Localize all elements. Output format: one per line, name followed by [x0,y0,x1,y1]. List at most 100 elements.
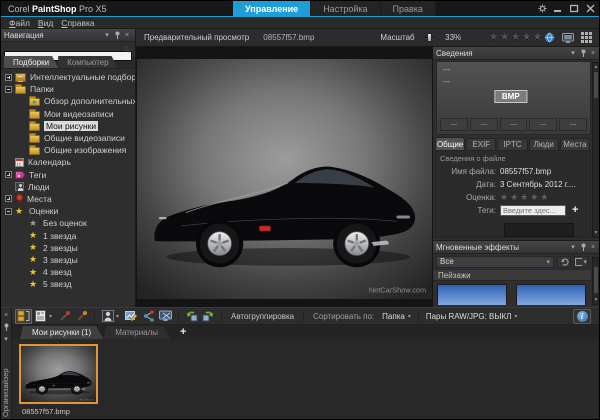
expander-icon[interactable] [5,86,12,93]
tab-my-pictures[interactable]: Мои рисунки (1) [20,326,103,339]
tree-item-my-pictures[interactable]: Мои рисунки [1,120,135,132]
tab-edit[interactable]: Правка [381,1,436,16]
selected-thumbnail[interactable] [19,344,98,404]
tree-item-places[interactable]: Места [1,193,135,205]
tree-item-tags[interactable]: Теги [1,169,135,181]
slideshow-button[interactable] [157,309,174,324]
tree-item-public-videos[interactable]: Общие видеозаписи [1,132,135,144]
menu-help[interactable]: Справка [61,18,94,28]
scroll-down-icon[interactable]: ▼ [593,296,599,304]
add-tab-button[interactable]: + [180,326,186,339]
add-tag-button[interactable]: + [572,205,578,216]
effects-category-header[interactable]: Пейзажи [433,269,591,281]
effect-thumbnail[interactable] [516,284,586,305]
undo-effect-icon[interactable] [557,256,571,268]
close-icon[interactable]: × [588,242,598,252]
close-icon[interactable] [585,4,595,14]
info-scrollbar[interactable]: ▲ ▼ [592,62,600,238]
expander-icon[interactable] [5,171,12,178]
pin-icon[interactable] [578,48,588,58]
monitor-icon[interactable] [562,33,574,43]
edit-image-button[interactable] [123,309,140,324]
share-button[interactable] [140,309,157,324]
tree-item-browse-folders[interactable]: Обзор дополнительных папо [1,95,135,107]
effects-filter-dropdown[interactable]: Все▾ [436,256,554,268]
quick-tag-orange-icon[interactable] [73,309,90,324]
rating-stars[interactable]: ★★★★★ [500,192,550,203]
tab-adjust[interactable]: Настройка [311,1,380,16]
expander-icon[interactable] [5,208,12,215]
effect-thumbnail[interactable] [437,284,507,305]
tree-item-5-stars[interactable]: 5 звезд [1,278,135,290]
tree-item-my-videos[interactable]: Мои видеозаписи [1,108,135,120]
tags-input[interactable] [500,205,566,216]
scrollbar-thumb[interactable] [594,267,598,293]
list-view-button[interactable] [32,309,49,324]
pin-icon[interactable] [578,242,588,252]
pin-icon[interactable] [1,322,11,332]
tab-places[interactable]: Места [560,138,590,150]
tree-item-folders[interactable]: Папки [1,83,135,95]
rating-stars[interactable]: ★★★★★ [489,32,544,43]
close-icon[interactable]: × [122,30,132,40]
rotate-right-button[interactable] [200,309,217,324]
tree-item-ratings[interactable]: Оценки [1,205,135,217]
chevron-down-icon[interactable]: ▾ [49,313,56,320]
expander-icon[interactable] [5,195,12,202]
tree-item-3-stars[interactable]: 3 звезды [1,254,135,266]
zoom-slider-thumb[interactable] [427,33,432,42]
menu-file[interactable]: Файл [9,18,30,28]
tab-computer[interactable]: Компьютер [58,56,117,68]
chevron-down-icon[interactable]: ▾ [1,334,11,344]
pin-icon[interactable] [112,30,122,40]
tree-item-people[interactable]: Люди [1,181,135,193]
chevron-down-icon[interactable]: ▾ [568,242,578,252]
chevron-down-icon[interactable]: ▾ [568,48,578,58]
find-people-button[interactable] [99,309,116,324]
instant-effects-panel: Мгновенные эффекты ▾ × Все▾ ▾ Пейзажи [433,241,600,307]
date-value: 3 Сентябрь 2012 г.... [500,180,576,189]
rotate-left-button[interactable] [183,309,200,324]
tree-item-no-rating[interactable]: Без оценок [1,217,135,229]
expander-icon[interactable] [5,74,12,81]
tree-item-calendar[interactable]: Календарь [1,156,135,168]
autogroup-button[interactable]: Автогруппировка [226,312,299,321]
settings-icon[interactable] [537,4,547,14]
tree-item-4-stars[interactable]: 4 звезд [1,266,135,278]
chevron-down-icon[interactable]: ▾ [102,30,112,40]
close-icon[interactable]: × [588,48,598,58]
scrollbar-thumb[interactable] [594,72,598,98]
share-globe-icon[interactable] [544,32,555,43]
zoom-slider[interactable] [423,33,435,42]
scroll-down-icon[interactable]: ▼ [593,229,599,237]
effects-view-dropdown[interactable]: ▾ [574,256,588,268]
grid-view-icon[interactable] [581,32,592,43]
minimize-icon[interactable] [553,4,563,14]
raw-jpg-dropdown[interactable]: Пары RAW/JPG: ВЫКЛ▾ [423,312,521,321]
tree-item-2-stars[interactable]: 2 звезды [1,242,135,254]
toggle-panels-button[interactable] [15,309,32,324]
tab-materials[interactable]: Материалы [103,326,170,339]
chevron-down-icon[interactable]: ▾ [116,313,123,320]
scroll-up-icon[interactable]: ▲ [593,63,599,71]
chevron-down-icon: ▾ [514,313,517,320]
tab-collections[interactable]: Подборки [4,56,58,68]
preview-canvas[interactable] [136,47,433,307]
preview-image[interactable] [137,59,432,299]
info-button[interactable]: i [573,309,591,324]
tab-exif[interactable]: EXIF [466,138,496,150]
tab-iptc[interactable]: IPTC [497,138,527,150]
navigation-panel-title: Навигация [4,31,102,40]
tree-item-public-pictures[interactable]: Общие изображения [1,144,135,156]
menu-view[interactable]: Вид [38,18,53,28]
effects-scrollbar[interactable]: ▼ [592,257,600,305]
quick-tag-red-icon[interactable] [56,309,73,324]
close-icon[interactable]: × [1,310,11,320]
tree-item-1-star[interactable]: 1 звезда [1,229,135,241]
sort-by-dropdown[interactable]: Папка▾ [379,312,414,321]
tab-people[interactable]: Люди [529,138,559,150]
tree-item-smart-collections[interactable]: Интеллектуальные подборки [1,71,135,83]
maximize-icon[interactable] [569,4,579,14]
tab-manage[interactable]: Управление [233,1,311,16]
tab-general[interactable]: Общие [435,137,465,150]
